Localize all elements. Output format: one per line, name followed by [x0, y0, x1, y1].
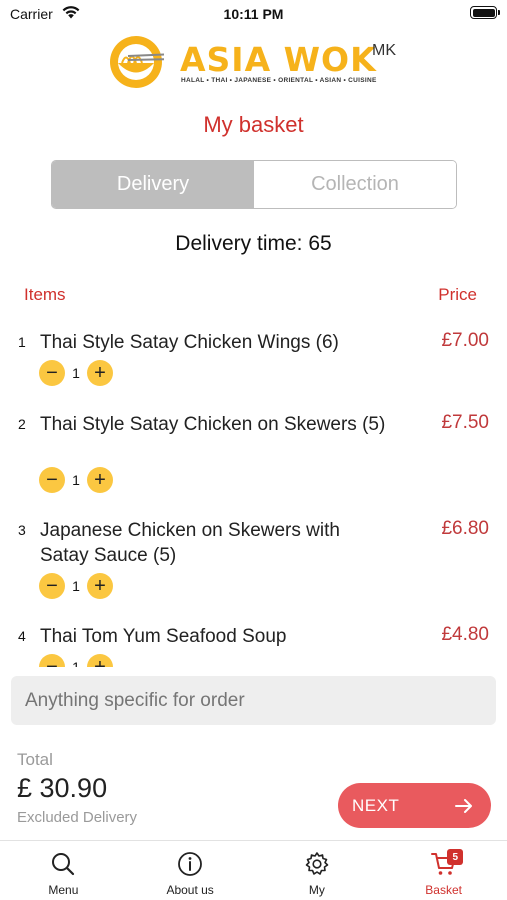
- info-icon: [178, 852, 203, 876]
- item-price: £7.50: [441, 412, 489, 433]
- search-icon: [52, 853, 75, 876]
- tab-bar: Menu About us My 5 Basket: [0, 840, 507, 900]
- arrow-right-icon: [455, 798, 472, 813]
- quantity-stepper: − 1 +: [39, 467, 113, 493]
- decrease-button[interactable]: −: [39, 573, 65, 599]
- status-bar: Carrier 10:11 PM: [0, 0, 507, 30]
- quantity-stepper: − 1 +: [39, 360, 113, 386]
- item-index: 1: [18, 334, 26, 350]
- next-button-label: NEXT: [352, 795, 400, 815]
- item-price: £6.80: [441, 518, 489, 539]
- tab-menu[interactable]: Menu: [0, 841, 127, 900]
- quantity-value: 1: [72, 472, 80, 488]
- page-title: My basket: [203, 112, 304, 137]
- quantity-value: 1: [72, 659, 80, 667]
- tab-basket[interactable]: 5 Basket: [380, 841, 507, 900]
- item-name: Japanese Chicken on Skewers with Satay S…: [40, 520, 340, 566]
- tab-label: My: [308, 883, 325, 897]
- item-price: £4.80: [441, 624, 489, 645]
- decrease-button[interactable]: −: [39, 360, 65, 386]
- item-index: 2: [18, 416, 26, 432]
- increase-button[interactable]: +: [87, 573, 113, 599]
- gear-icon: [305, 852, 329, 875]
- increase-button[interactable]: +: [87, 360, 113, 386]
- brand-tagline: HALAL • THAI • JAPANESE • ORIENTAL • ASI…: [181, 77, 377, 84]
- brand-name: ASIA WOK: [180, 40, 377, 79]
- segment-delivery[interactable]: Delivery: [52, 161, 254, 208]
- increase-button[interactable]: +: [87, 467, 113, 493]
- item-name: Thai Style Satay Chicken Wings (6): [40, 332, 339, 353]
- brand-logo: ASIA WOK MK HALAL • THAI • JAPANESE • OR…: [108, 32, 403, 92]
- price-column-header: Price: [438, 285, 477, 304]
- delivery-excluded-note: Excluded Delivery: [17, 809, 138, 826]
- tab-about-us[interactable]: About us: [127, 841, 254, 900]
- total-label: Total: [17, 750, 53, 769]
- item-index: 4: [18, 628, 26, 644]
- battery-icon: [470, 6, 500, 19]
- segment-collection[interactable]: Collection: [254, 161, 456, 208]
- tab-label: About us: [166, 883, 214, 897]
- item-name: Thai Tom Yum Seafood Soup: [40, 626, 287, 647]
- tab-label: Menu: [48, 883, 79, 897]
- next-button[interactable]: NEXT: [338, 783, 491, 828]
- tab-my[interactable]: My: [254, 841, 381, 900]
- quantity-stepper: − 1 +: [39, 573, 113, 599]
- basket-list[interactable]: 1 Thai Style Satay Chicken Wings (6) £7.…: [0, 318, 507, 667]
- item-name: Thai Style Satay Chicken on Skewers (5): [40, 414, 386, 435]
- quantity-value: 1: [72, 578, 80, 594]
- clock: 10:11 PM: [223, 6, 284, 22]
- total-value: £ 30.90: [17, 773, 108, 803]
- increase-button[interactable]: +: [87, 654, 113, 667]
- delivery-mode-selector: Delivery Collection: [51, 160, 457, 209]
- order-note-input[interactable]: [11, 676, 496, 725]
- quantity-stepper: − 1 +: [39, 654, 113, 667]
- cart-count-badge: 5: [447, 849, 464, 865]
- tab-label: Basket: [425, 883, 462, 897]
- item-price: £7.00: [441, 330, 489, 351]
- decrease-button[interactable]: −: [39, 654, 65, 667]
- wok-bowl-icon: [110, 36, 164, 88]
- delivery-time: Delivery time: 65: [175, 232, 332, 255]
- quantity-value: 1: [72, 365, 80, 381]
- items-column-header: Items: [24, 285, 66, 304]
- decrease-button[interactable]: −: [39, 467, 65, 493]
- brand-suffix: MK: [372, 42, 396, 59]
- item-index: 3: [18, 522, 26, 538]
